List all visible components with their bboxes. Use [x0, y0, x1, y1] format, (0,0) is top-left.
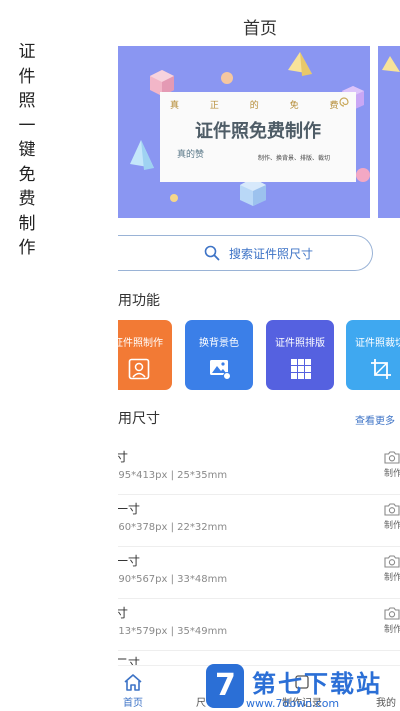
- search-placeholder: 搜索证件照尺寸: [229, 247, 314, 261]
- feature-tile-label: 证件照制作: [118, 338, 163, 349]
- size-name: 大一寸: [118, 554, 141, 568]
- vertical-caption: 证 件 照 一 键 免 费 制 作: [15, 40, 39, 261]
- feature-tile-crop[interactable]: 证件照裁切: [346, 320, 400, 390]
- make-label[interactable]: 制作: [384, 466, 400, 479]
- feature-tile-photo-make[interactable]: 证件照制作: [118, 320, 172, 390]
- size-dimensions: 390*567px | 33*48mm: [118, 574, 228, 585]
- feature-tile-change-bg[interactable]: 换背景色: [185, 320, 253, 390]
- sphere-shape-icon: [170, 194, 178, 202]
- features-heading: 常用功能: [118, 293, 160, 309]
- banner-feature-list: 制作、换背景、排版、裁切: [258, 155, 331, 162]
- camera-icon[interactable]: [384, 450, 400, 464]
- size-name: 一寸: [118, 450, 129, 464]
- make-label[interactable]: 制作: [384, 622, 400, 635]
- sphere-shape-icon: [356, 168, 370, 182]
- watermark-logo-char: 7: [215, 668, 236, 703]
- portrait-icon: [128, 358, 150, 380]
- camera-icon[interactable]: [384, 606, 400, 620]
- size-row-large-one-inch[interactable]: 大一寸 390*567px | 33*48mm 制作: [118, 546, 400, 599]
- caption-char: 费: [18, 189, 36, 209]
- sizes-heading: 常用尺寸: [118, 411, 160, 427]
- crop-icon: [371, 359, 391, 379]
- size-name: 二寸: [118, 606, 129, 620]
- banner-tag: 真的赞: [177, 150, 205, 160]
- caption-char: 一: [18, 115, 36, 136]
- caption-char: 键: [18, 140, 36, 160]
- size-dimensions: 260*378px | 22*32mm: [118, 522, 228, 533]
- tab-home-label: 首页: [123, 698, 143, 709]
- nav-bar: 首页: [118, 0, 400, 46]
- watermark-site-name: 第七下载站: [252, 670, 382, 698]
- caption-char: 件: [18, 66, 36, 87]
- phone-screen: 首页 真 正 的 免 费 证件照免费制作 真的赞 制作、换背景、排版、裁切 搜索…: [118, 0, 400, 711]
- caption-char: 证: [18, 42, 36, 62]
- caption-char: 制: [18, 213, 36, 234]
- home-icon: [124, 674, 142, 691]
- make-label[interactable]: 制作: [384, 518, 400, 531]
- caption-char: 照: [18, 91, 36, 111]
- banner-title: 证件照免费制作: [195, 121, 321, 142]
- size-dimensions: 413*579px | 35*49mm: [118, 626, 228, 637]
- grid-icon: [291, 359, 311, 379]
- page-title: 首页: [243, 19, 277, 39]
- banner-next-slide[interactable]: [378, 46, 400, 218]
- camera-icon[interactable]: [384, 502, 400, 516]
- pyramid-shape-icon: [130, 140, 154, 170]
- camera-icon[interactable]: [384, 554, 400, 568]
- feature-tile-layout[interactable]: 证件照排版: [266, 320, 334, 390]
- image-edit-icon: [210, 360, 231, 380]
- pyramid-shape-icon: [382, 56, 400, 72]
- feature-tile-label: 证件照裁切: [355, 338, 400, 349]
- size-row-one-inch[interactable]: 一寸 295*413px | 25*35mm 制作: [118, 442, 400, 495]
- watermark-url: www.7down.com: [246, 697, 340, 710]
- feature-tile-label: 证件照排版: [275, 338, 325, 349]
- banner-card: 真 正 的 免 费 证件照免费制作 真的赞 制作、换背景、排版、裁切: [160, 92, 356, 182]
- tab-home[interactable]: 首页: [118, 666, 148, 711]
- size-row-small-one-inch[interactable]: 小一寸 260*378px | 22*32mm 制作: [118, 494, 400, 547]
- caption-char: 作: [18, 238, 36, 258]
- caption-char: 免: [18, 164, 36, 185]
- banner-subtitle: 真 正 的 免 费: [170, 101, 353, 111]
- swirl-icon: [339, 97, 349, 107]
- size-dimensions: 295*413px | 25*35mm: [118, 470, 228, 481]
- feature-tile-label: 换背景色: [199, 338, 239, 349]
- sphere-shape-icon: [221, 72, 233, 84]
- watermark-logo: 7: [206, 664, 244, 708]
- banner-slide[interactable]: 真 正 的 免 费 证件照免费制作 真的赞 制作、换背景、排版、裁切: [118, 46, 370, 218]
- size-row-two-inch[interactable]: 二寸 413*579px | 35*49mm 制作: [118, 598, 400, 651]
- search-icon: [204, 245, 220, 261]
- view-more-link[interactable]: 查看更多: [355, 412, 395, 427]
- make-label[interactable]: 制作: [384, 570, 400, 583]
- size-name: 小一寸: [118, 502, 141, 516]
- site-watermark: 7 第七下载站 www.7down.com: [206, 664, 400, 711]
- search-bar[interactable]: 搜索证件照尺寸: [118, 235, 373, 271]
- pyramid-shape-icon: [288, 52, 312, 76]
